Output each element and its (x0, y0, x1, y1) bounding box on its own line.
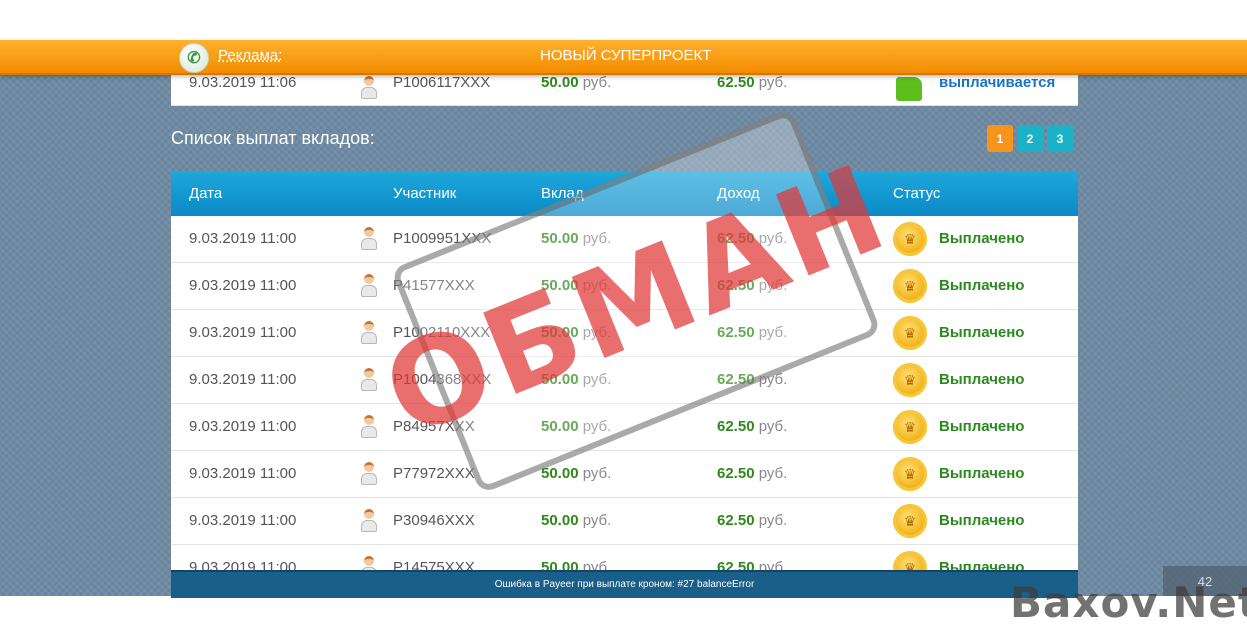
coin-icon: ♛ (893, 410, 927, 444)
date-cell: 9.03.2019 11:00 (189, 277, 297, 294)
participant-cell: P1006117XXX (393, 74, 491, 91)
date-cell: 9.03.2019 11:00 (189, 512, 297, 529)
header-status: Статус (893, 185, 941, 202)
date-cell: 9.03.2019 11:00 (189, 418, 297, 435)
coin-icon: ♛ (893, 457, 927, 491)
deposit-cell: 50.00 руб. (541, 230, 612, 247)
income-cell: 62.50 руб. (717, 324, 788, 341)
date-cell: 9.03.2019 11:00 (189, 465, 297, 482)
income-cell: 62.50 руб. (717, 74, 788, 91)
participant-cell: P30946XXX (393, 512, 475, 529)
income-cell: 62.50 руб. (717, 512, 788, 529)
status-cell: Выплачено (939, 465, 1025, 482)
user-icon (361, 227, 377, 251)
user-icon (361, 509, 377, 533)
user-icon (361, 368, 377, 392)
promo-title[interactable]: НОВЫЙ СУПЕРПРОЕКТ (540, 47, 711, 64)
status-cell: Выплачено (939, 230, 1025, 247)
date-cell: 9.03.2019 11:00 (189, 371, 297, 388)
date-cell: 9.03.2019 11:00 (189, 324, 297, 341)
table-row: 9.03.2019 11:00 P1009951XXX 50.00 руб. 62.5… (171, 216, 1078, 263)
table-header: Дата Участник Вклад Доход Статус (171, 171, 1078, 216)
header-participant: Участник (393, 185, 457, 202)
page-button-3[interactable]: 3 (1047, 125, 1073, 152)
table-row: 9.03.2019 11:00 P30946XXX 50.00 руб. 62.50 … (171, 498, 1078, 545)
participant-cell: P41577XXX (393, 277, 475, 294)
status-cell: Выплачено (939, 371, 1025, 388)
income-cell: 62.50 руб. (717, 418, 788, 435)
status-cell: Выплачено (939, 277, 1025, 294)
coin-icon: ♛ (893, 269, 927, 303)
participant-cell: P84957XXX (393, 418, 475, 435)
page-button-2[interactable]: 2 (1017, 125, 1043, 152)
section-title: Список выплат вкладов: (171, 128, 375, 148)
user-icon (361, 76, 377, 100)
status-cell: Выплачено (939, 512, 1025, 529)
income-cell: 62.50 руб. (717, 371, 788, 388)
user-icon (361, 274, 377, 298)
deposit-cell: 50.00 руб. (541, 74, 612, 91)
advertising-megaphone-icon: ✆ (179, 43, 209, 73)
top-bar: ✆ Реклама: НОВЫЙ СУПЕРПРОЕКТ (0, 40, 1247, 75)
participant-cell: P1009951XXX (393, 230, 492, 247)
paying-status-icon (896, 77, 922, 101)
deposit-cell: 50.00 руб. (541, 371, 612, 388)
coin-icon: ♛ (893, 222, 927, 256)
header-deposit: Вклад (541, 185, 584, 202)
site-watermark: Baxov.Net (1010, 578, 1247, 627)
deposit-cell: 50.00 руб. (541, 418, 612, 435)
table-body: 9.03.2019 11:00 P1009951XXX 50.00 руб. 62.5… (171, 216, 1078, 591)
previous-table-row: 9.03.2019 11:06 P1006117XXX 50.00 руб. 6… (171, 73, 1078, 106)
participant-cell: P1004368XXX (393, 371, 492, 388)
coin-icon: ♛ (893, 316, 927, 350)
user-icon (361, 321, 377, 345)
table-row: 9.03.2019 11:00 P41577XXX 50.00 руб. 62.50 … (171, 263, 1078, 310)
deposit-cell: 50.00 руб. (541, 512, 612, 529)
deposit-cell: 50.00 руб. (541, 324, 612, 341)
status-cell: Выплачено (939, 418, 1025, 435)
user-icon (361, 415, 377, 439)
table-row: 9.03.2019 11:00 P1002110XXX 50.00 руб. 62.5… (171, 310, 1078, 357)
table-row: 9.03.2019 11:00 P77972XXX 50.00 руб. 62.50 … (171, 451, 1078, 498)
participant-cell: P1002110XXX (393, 324, 491, 341)
coin-icon: ♛ (893, 363, 927, 397)
page-button-1[interactable]: 1 (987, 125, 1013, 152)
header-date: Дата (189, 185, 223, 202)
user-icon (361, 462, 377, 486)
income-cell: 62.50 руб. (717, 230, 788, 247)
table-row: 9.03.2019 11:00 P1004368XXX 50.00 руб. 62.5… (171, 357, 1078, 404)
participant-cell: P77972XXX (393, 465, 475, 482)
deposit-cell: 50.00 руб. (541, 277, 612, 294)
status-cell: выплачивается (939, 74, 1056, 91)
pagination: 1 2 3 (987, 125, 1073, 152)
payouts-table: Дата Участник Вклад Доход Статус 9.03.20… (171, 171, 1078, 591)
income-cell: 62.50 руб. (717, 277, 788, 294)
advertising-link[interactable]: Реклама: (218, 47, 282, 64)
income-cell: 62.50 руб. (717, 465, 788, 482)
coin-icon: ♛ (893, 504, 927, 538)
status-cell: Выплачено (939, 324, 1025, 341)
header-income: Доход (717, 185, 760, 202)
table-row: 9.03.2019 11:00 P84957XXX 50.00 руб. 62.50 … (171, 404, 1078, 451)
date-cell: 9.03.2019 11:06 (189, 74, 297, 91)
error-message-bar: Ошибка в Payeer при выплате кроном: #27 … (171, 570, 1078, 598)
date-cell: 9.03.2019 11:00 (189, 230, 297, 247)
deposit-cell: 50.00 руб. (541, 465, 612, 482)
